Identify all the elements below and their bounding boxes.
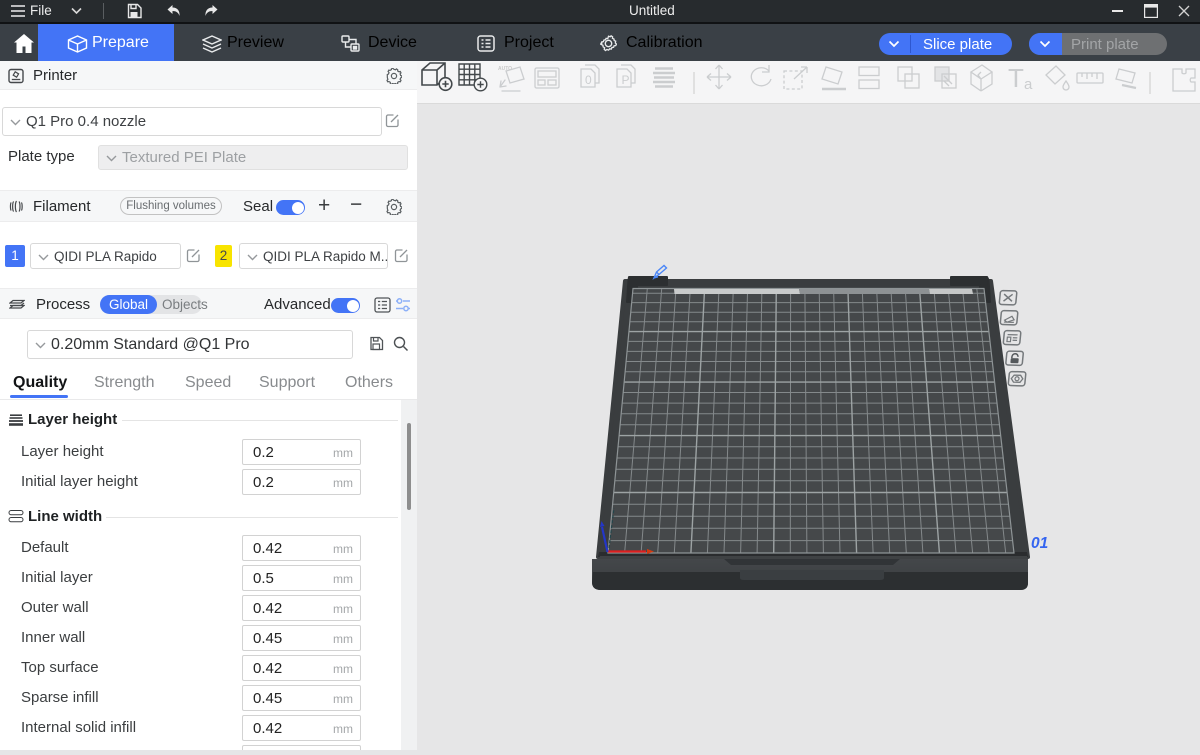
svg-text:01: 01: [1031, 535, 1048, 552]
svg-text:T: T: [1008, 63, 1024, 93]
svg-text:a: a: [1024, 76, 1033, 93]
svg-text:P: P: [622, 73, 630, 87]
svg-text:0: 0: [585, 73, 592, 87]
svg-text:AUTO: AUTO: [498, 66, 512, 72]
